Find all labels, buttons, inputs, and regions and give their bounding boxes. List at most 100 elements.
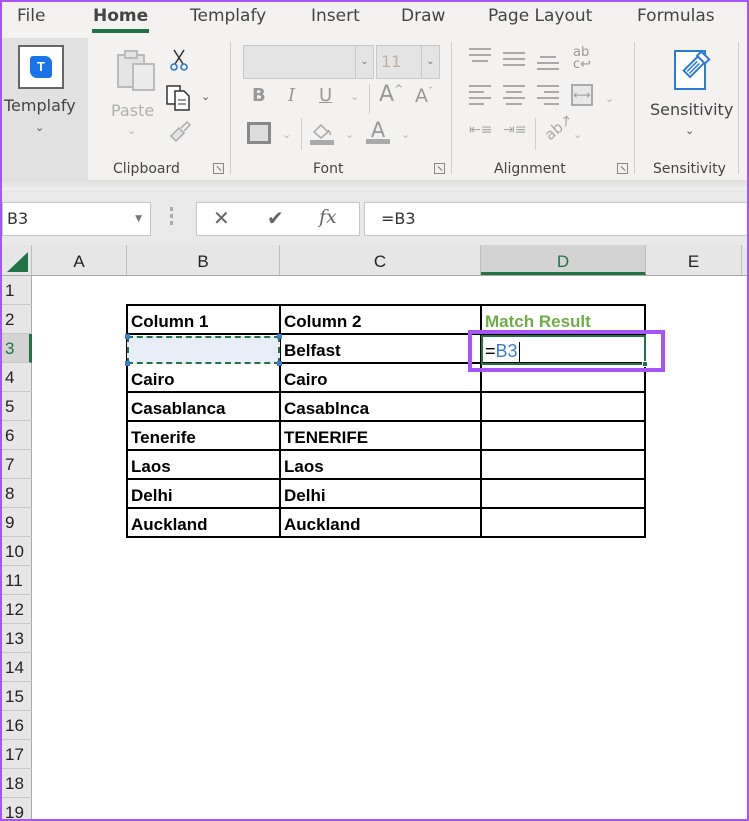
sensitivity-icon[interactable] — [673, 47, 713, 95]
table-cell[interactable] — [481, 480, 646, 509]
table-cell[interactable] — [481, 509, 646, 538]
merge-dropdown-icon[interactable]: ⌄ — [605, 92, 614, 105]
row-header-12[interactable]: 12 — [2, 595, 32, 624]
table-cell[interactable]: Cairo — [127, 364, 280, 393]
bold-button[interactable]: B — [252, 85, 266, 106]
row-header-9[interactable]: 9 — [2, 508, 32, 537]
underline-button[interactable]: U — [319, 85, 332, 106]
selection-handle[interactable] — [125, 334, 130, 339]
table-header-cell[interactable]: Column 1 — [127, 306, 280, 335]
table-cell[interactable]: Laos — [127, 451, 280, 480]
column-header-a[interactable]: A — [32, 245, 127, 275]
name-box-dropdown-icon[interactable]: ▼ — [135, 203, 142, 235]
decrease-font-size-button[interactable]: Aˇ — [415, 85, 433, 107]
borders-dropdown-icon[interactable]: ⌄ — [282, 128, 291, 141]
table-cell[interactable]: Laos — [280, 451, 481, 480]
column-header-e[interactable]: E — [646, 245, 742, 275]
sensitivity-button[interactable]: Sensitivity — [650, 100, 733, 119]
row-header-16[interactable]: 16 — [2, 711, 32, 740]
copy-dropdown-icon[interactable]: ⌄ — [201, 90, 210, 103]
row-header-14[interactable]: 14 — [2, 653, 32, 682]
align-right-icon[interactable] — [537, 85, 559, 109]
row-header-10[interactable]: 10 — [2, 537, 32, 566]
resize-handle-icon[interactable] — [170, 207, 174, 228]
tab-draw[interactable]: Draw — [401, 6, 445, 26]
middle-align-icon[interactable] — [503, 52, 525, 70]
font-name-combo[interactable]: ⌄ — [243, 45, 374, 79]
selection-handle[interactable] — [277, 334, 282, 339]
selection-handle[interactable] — [125, 361, 130, 366]
tab-insert[interactable]: Insert — [311, 6, 360, 26]
orientation-icon[interactable]: ab↗ — [541, 110, 577, 144]
row-header-5[interactable]: 5 — [2, 392, 32, 421]
row-header-15[interactable]: 15 — [2, 682, 32, 711]
table-cell[interactable]: Tenerife — [127, 422, 280, 451]
chevron-down-icon[interactable]: ⌄ — [355, 46, 373, 78]
selection-handle[interactable] — [277, 361, 282, 366]
column-header-d[interactable]: D — [481, 245, 646, 275]
paste-label[interactable]: Paste — [111, 101, 154, 120]
row-header-2[interactable]: 2 — [2, 305, 32, 334]
increase-font-size-button[interactable]: A^ — [379, 82, 403, 107]
table-cell[interactable]: Delhi — [280, 480, 481, 509]
row-header-13[interactable]: 13 — [2, 624, 32, 653]
table-cell[interactable]: Casablanca — [127, 393, 280, 422]
merge-center-icon[interactable]: ⟷ — [571, 84, 593, 106]
cancel-icon[interactable]: ✕ — [213, 206, 230, 230]
table-cell[interactable]: Delhi — [127, 480, 280, 509]
orientation-dropdown-icon[interactable]: ⌄ — [573, 128, 582, 141]
column-header-c[interactable]: C — [280, 245, 481, 275]
tab-templafy[interactable]: Templafy — [190, 6, 266, 26]
align-center-icon[interactable] — [503, 85, 525, 109]
row-header-19[interactable]: 19 — [2, 798, 32, 821]
font-size-combo[interactable]: 11 ⌄ — [376, 45, 440, 79]
tab-home[interactable]: Home — [91, 6, 150, 33]
row-header-18[interactable]: 18 — [2, 769, 32, 798]
table-cell[interactable] — [481, 422, 646, 451]
row-header-1[interactable]: 1 — [2, 276, 32, 305]
select-all-button[interactable] — [2, 245, 32, 276]
table-cell[interactable] — [481, 393, 646, 422]
row-header-17[interactable]: 17 — [2, 740, 32, 769]
top-align-icon[interactable] — [469, 48, 491, 66]
alignment-launcher-icon[interactable] — [617, 163, 628, 174]
copy-icon[interactable] — [166, 85, 192, 115]
fill-color-icon[interactable] — [310, 120, 336, 150]
align-left-icon[interactable] — [469, 85, 491, 109]
decrease-indent-icon[interactable]: ⇤≡ — [469, 122, 492, 138]
wrap-text-icon[interactable]: ab c↩ — [573, 46, 591, 71]
row-header-8[interactable]: 8 — [2, 479, 32, 508]
bottom-align-icon[interactable] — [537, 56, 559, 74]
table-cell[interactable]: Belfast — [280, 335, 481, 364]
insert-function-icon[interactable]: fx — [319, 206, 337, 228]
borders-icon[interactable] — [247, 122, 271, 144]
table-cell[interactable] — [481, 451, 646, 480]
tab-page-layout[interactable]: Page Layout — [488, 6, 592, 26]
row-header-7[interactable]: 7 — [2, 450, 32, 479]
table-cell[interactable]: Cairo — [280, 364, 481, 393]
row-header-6[interactable]: 6 — [2, 421, 32, 450]
table-cell[interactable]: Auckland — [280, 509, 481, 538]
increase-indent-icon[interactable]: ⇥≡ — [503, 122, 526, 138]
row-header-3[interactable]: 3 — [2, 334, 32, 363]
format-painter-icon[interactable] — [168, 120, 192, 148]
row-header-11[interactable]: 11 — [2, 566, 32, 595]
paste-icon[interactable] — [116, 50, 156, 92]
tab-formulas[interactable]: Formulas — [637, 6, 715, 26]
row-header-4[interactable]: 4 — [2, 363, 32, 392]
formula-input[interactable]: =B3 — [364, 202, 749, 236]
underline-dropdown-icon[interactable]: ⌄ — [350, 90, 359, 103]
tab-file[interactable]: File — [17, 6, 45, 26]
font-color-icon[interactable]: A — [366, 118, 390, 144]
cut-icon[interactable] — [170, 48, 188, 76]
chevron-down-icon[interactable]: ⌄ — [421, 46, 439, 78]
table-cell[interactable]: Casablnca — [280, 393, 481, 422]
column-header-b[interactable]: B — [127, 245, 280, 275]
table-cell[interactable]: TENERIFE — [280, 422, 481, 451]
templafy-button[interactable]: T Templafy ⌄ — [2, 38, 88, 182]
table-header-cell[interactable]: Column 2 — [280, 306, 481, 335]
name-box[interactable]: B3 ▼ — [2, 202, 151, 236]
fill-color-dropdown-icon[interactable]: ⌄ — [345, 128, 354, 141]
italic-button[interactable]: I — [288, 85, 295, 106]
font-launcher-icon[interactable] — [434, 163, 445, 174]
